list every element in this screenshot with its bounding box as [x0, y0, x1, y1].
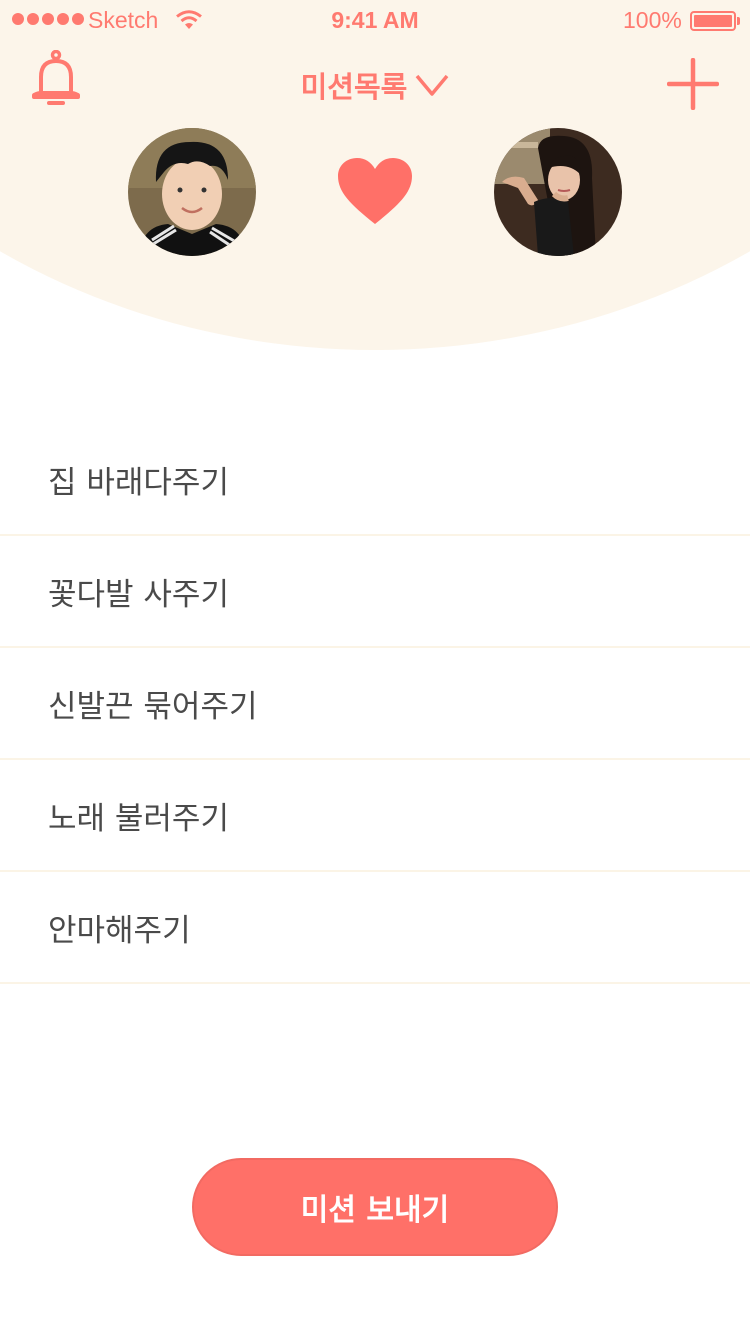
nav-title-label: 미션목록	[300, 70, 408, 104]
mission-label: 안마해주기	[48, 912, 191, 949]
status-bar: Sketch 9:41 AM 100%	[0, 0, 750, 40]
mission-item[interactable]: 신발끈 묶어주기	[0, 648, 750, 760]
plus-icon[interactable]	[667, 58, 719, 110]
mission-item[interactable]: 집 바래다주기	[0, 424, 750, 536]
mission-label: 집 바래다주기	[48, 464, 229, 501]
mission-item[interactable]: 안마해주기	[0, 872, 750, 984]
avatar-boy	[128, 128, 256, 256]
mission-item[interactable]: 꽃다발 사주기	[0, 536, 750, 648]
mission-list-dropdown[interactable]: 미션목록	[0, 64, 750, 106]
mission-list: 집 바래다주기 꽃다발 사주기 신발끈 묶어주기 노래 불러주기 안마해주기	[0, 424, 750, 984]
battery-tip	[737, 17, 740, 25]
screen: Sketch 9:41 AM 100% 미션목록 집 바래다주기 꽃다발 사주기…	[0, 0, 750, 1334]
send-mission-button[interactable]: 미션 보내기	[192, 1158, 558, 1256]
chevron-down-icon	[416, 74, 449, 96]
mission-label: 신발끈 묶어주기	[48, 688, 258, 725]
battery-percentage: 100%	[623, 7, 682, 33]
avatar-girl	[494, 128, 622, 256]
mission-item[interactable]: 노래 불러주기	[0, 760, 750, 872]
heart-icon	[338, 158, 412, 224]
mission-label: 노래 불러주기	[48, 800, 229, 837]
battery-icon	[690, 11, 736, 31]
mission-label: 꽃다발 사주기	[48, 576, 229, 613]
